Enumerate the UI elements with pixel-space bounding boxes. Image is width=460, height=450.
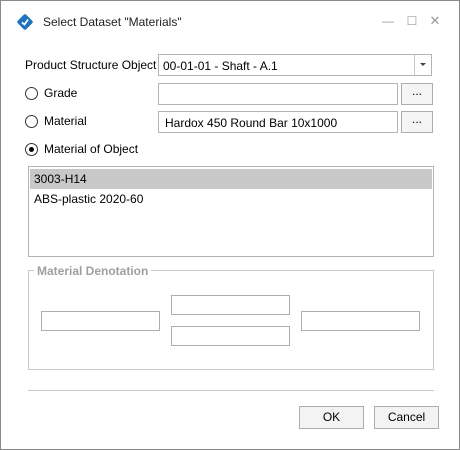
title-bar: Select Dataset "Materials" — ☐ ✕: [1, 1, 459, 41]
denotation-numerator-field[interactable]: [171, 295, 290, 315]
denotation-right-field[interactable]: [301, 311, 420, 331]
grade-label[interactable]: Grade: [44, 86, 77, 100]
material-of-object-label[interactable]: Material of Object: [44, 142, 138, 156]
cancel-button[interactable]: Cancel: [374, 406, 439, 429]
denotation-left-field[interactable]: [41, 311, 160, 331]
material-of-object-radio[interactable]: [25, 143, 38, 156]
material-radio[interactable]: [25, 115, 38, 128]
list-item[interactable]: ABS-plastic 2020-60: [30, 189, 432, 209]
grade-radio[interactable]: [25, 87, 38, 100]
material-browse-button[interactable]: ...: [401, 111, 433, 133]
product-structure-label: Product Structure Object: [25, 58, 157, 72]
minimize-icon[interactable]: —: [379, 12, 397, 30]
window-title: Select Dataset "Materials": [43, 15, 182, 29]
select-dataset-dialog: Select Dataset "Materials" — ☐ ✕ Product…: [0, 0, 460, 450]
app-logo-icon: [17, 14, 33, 30]
grade-browse-button[interactable]: ...: [401, 83, 433, 105]
product-structure-combobox[interactable]: 00-01-01 - Shaft - A.1: [158, 54, 432, 76]
maximize-icon[interactable]: ☐: [403, 12, 421, 30]
material-field[interactable]: Hardox 450 Round Bar 10x1000: [158, 111, 398, 133]
denotation-denominator-field[interactable]: [171, 326, 290, 346]
material-listbox[interactable]: 3003-H14 ABS-plastic 2020-60: [28, 166, 434, 257]
list-item[interactable]: 3003-H14: [30, 169, 432, 189]
material-denotation-title: Material Denotation: [34, 264, 152, 278]
material-label[interactable]: Material: [44, 114, 87, 128]
dropdown-arrow-icon[interactable]: [414, 55, 431, 75]
separator: [28, 390, 434, 391]
grade-field[interactable]: [158, 83, 398, 105]
product-structure-value: 00-01-01 - Shaft - A.1: [163, 59, 278, 73]
ok-button[interactable]: OK: [299, 406, 364, 429]
close-icon[interactable]: ✕: [426, 12, 444, 30]
